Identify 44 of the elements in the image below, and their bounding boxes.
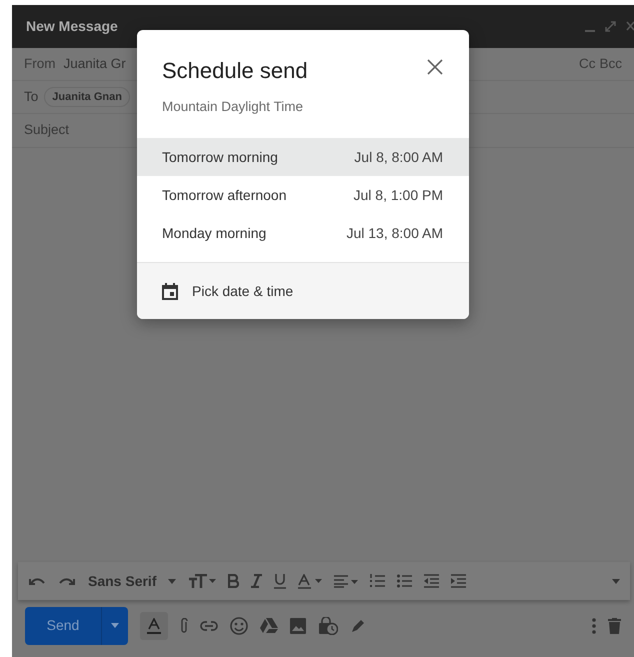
text-color-icon[interactable] <box>298 574 322 588</box>
expand-icon[interactable] <box>605 21 616 32</box>
drive-icon[interactable] <box>260 618 278 633</box>
indent-more-icon[interactable] <box>451 574 466 588</box>
dialog-title: Schedule send <box>162 57 308 85</box>
formatting-button[interactable] <box>140 612 168 640</box>
redo-icon[interactable] <box>58 576 76 586</box>
caret-icon <box>111 623 119 628</box>
more-options-icon[interactable] <box>592 618 596 634</box>
emoji-icon[interactable] <box>230 616 248 634</box>
underline-icon[interactable] <box>274 574 286 588</box>
schedule-option[interactable]: Tomorrow afternoon Jul 8, 1:00 PM <box>137 176 469 214</box>
undo-icon[interactable] <box>28 576 46 586</box>
pen-icon[interactable] <box>350 618 366 634</box>
bcc-link[interactable]: Bcc <box>599 54 622 74</box>
lock-clock-icon[interactable] <box>318 616 338 634</box>
close-icon[interactable] <box>626 21 634 32</box>
pick-date-time-item[interactable]: Pick date & time <box>137 262 469 319</box>
align-icon[interactable] <box>334 574 358 588</box>
from-value: Juanita Gr <box>64 54 126 73</box>
timezone-label: Mountain Daylight Time <box>162 99 304 114</box>
schedule-option[interactable]: Tomorrow morning Jul 8, 8:00 AM <box>137 138 469 176</box>
numbered-list-icon[interactable] <box>370 574 386 588</box>
more-formatting-caret-icon[interactable] <box>612 578 620 584</box>
image-icon[interactable] <box>290 618 306 634</box>
subject-field[interactable]: Subject <box>24 120 70 141</box>
link-icon[interactable] <box>200 620 218 630</box>
window-title: New Message <box>26 17 118 36</box>
font-dropdown[interactable]: Sans Serif <box>88 570 156 592</box>
caret-icon[interactable] <box>168 578 176 584</box>
bulleted-list-icon[interactable] <box>397 574 412 588</box>
text-size-icon[interactable] <box>188 574 216 588</box>
italic-icon[interactable] <box>251 574 262 588</box>
text-format-icon <box>147 618 161 634</box>
indent-less-icon[interactable] <box>424 574 440 588</box>
from-label: From <box>24 54 56 73</box>
calendar-icon <box>162 282 178 300</box>
cc-link[interactable]: Cc <box>578 54 596 74</box>
trash-icon[interactable] <box>608 618 621 634</box>
recipient-chip[interactable]: Juanita Gnan <box>44 86 130 108</box>
schedule-option[interactable]: Monday morning Jul 13, 8:00 AM <box>137 214 469 252</box>
to-label: To <box>24 88 38 106</box>
bold-icon[interactable] <box>228 574 240 588</box>
paperclip-icon[interactable] <box>180 618 188 634</box>
